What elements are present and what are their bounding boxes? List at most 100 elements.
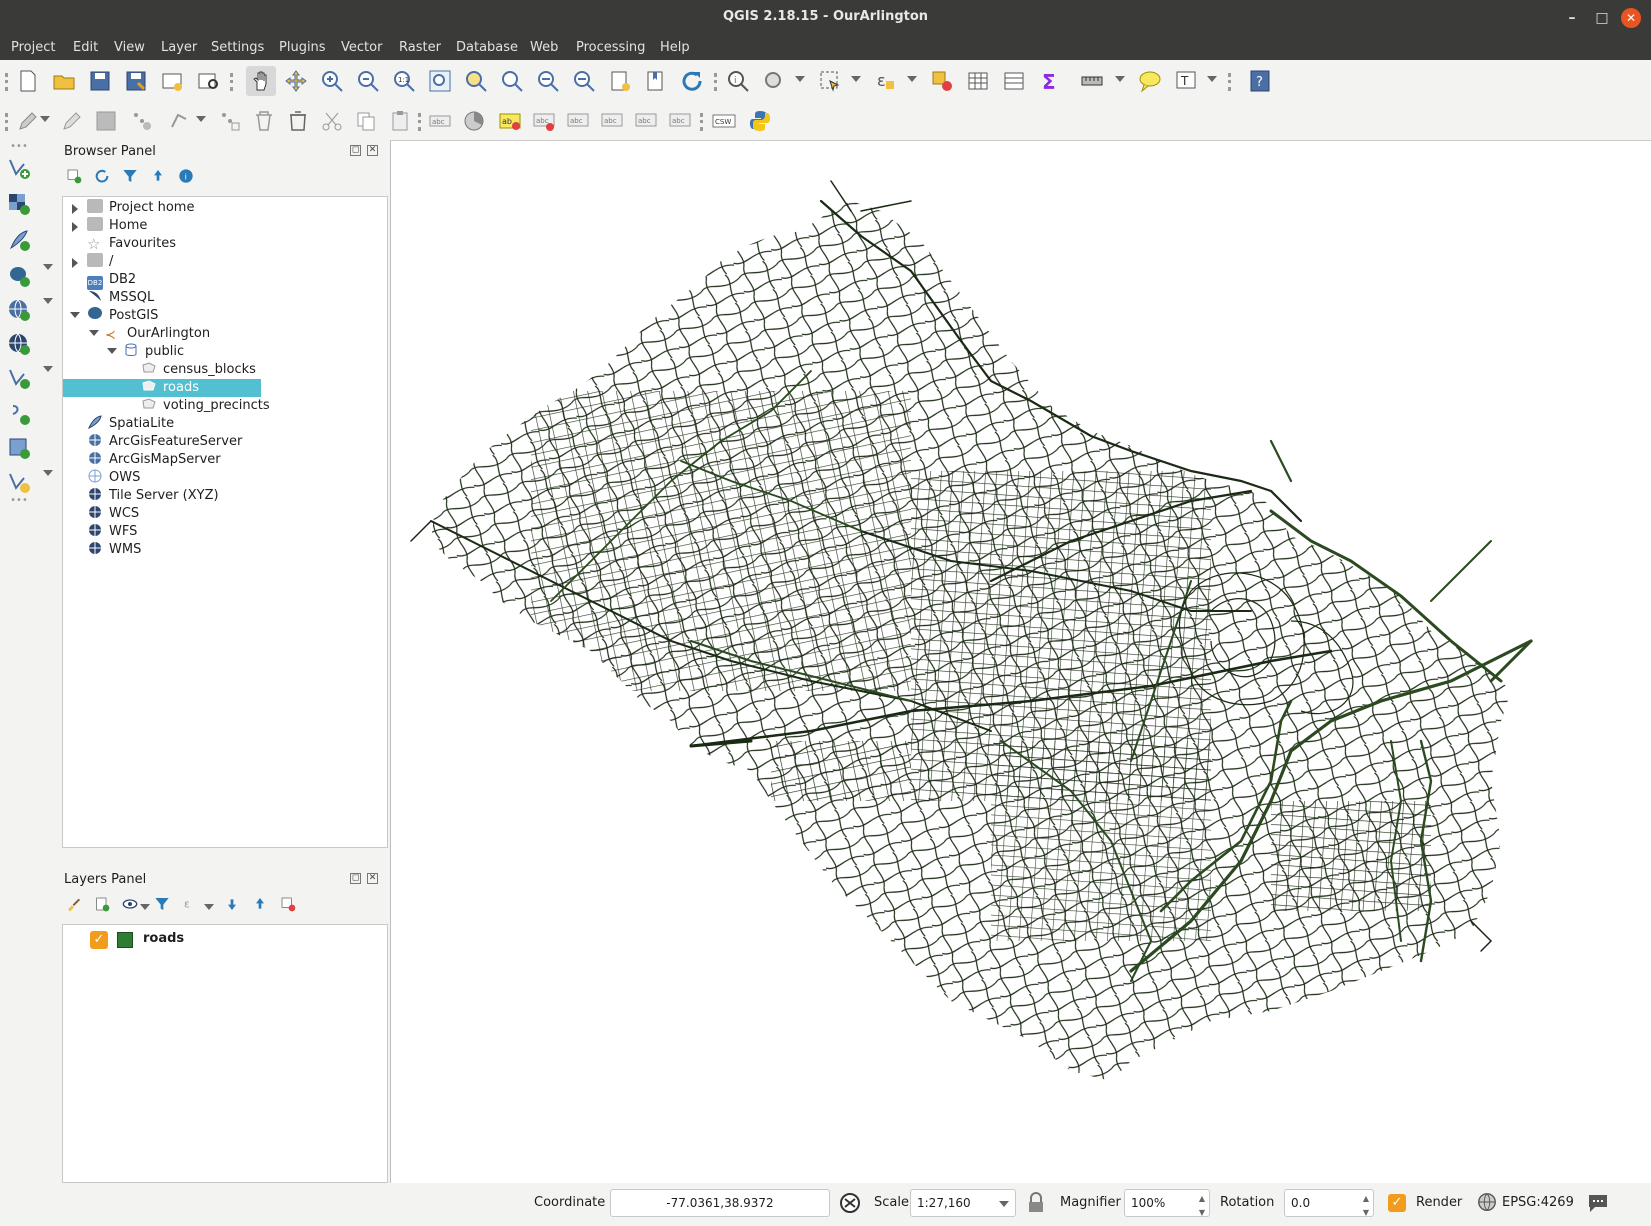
paste-features-icon[interactable]	[388, 109, 412, 133]
close-panel-icon[interactable]: ✕	[367, 145, 378, 156]
browser-item-tile-server[interactable]: Tile Server (XYZ)	[87, 487, 219, 505]
menu-web[interactable]: Web	[530, 40, 558, 55]
layer-name-roads[interactable]: roads	[143, 931, 184, 946]
menu-plugins[interactable]: Plugins	[279, 40, 326, 55]
add-wfs-layer-icon[interactable]	[7, 332, 31, 356]
scale-combobox[interactable]: 1:27,160	[910, 1189, 1016, 1217]
move-feature-icon[interactable]	[168, 109, 192, 133]
node-tool-icon[interactable]	[218, 109, 242, 133]
open-attribute-table-icon[interactable]	[966, 69, 990, 93]
menu-project[interactable]: Project	[11, 40, 55, 55]
crs-globe-icon[interactable]	[1476, 1191, 1498, 1213]
delete-selected-icon[interactable]	[252, 109, 276, 133]
browser-item-wfs[interactable]: WFS	[87, 523, 137, 541]
chevron-down-icon[interactable]	[999, 1201, 1009, 1207]
zoom-native-icon[interactable]: 1:1	[392, 69, 416, 93]
new-shapefile-layer-icon[interactable]	[7, 470, 31, 494]
zoom-out-icon[interactable]	[356, 69, 380, 93]
messages-icon[interactable]	[1586, 1191, 1610, 1215]
magnifier-spinbox[interactable]: 100% ▲ ▼	[1124, 1189, 1210, 1217]
browser-item-ows[interactable]: OWS	[87, 469, 140, 487]
toolbar-grip[interactable]: •••	[7, 495, 31, 506]
chevron-down-icon[interactable]	[43, 264, 53, 270]
properties-info-icon[interactable]: i	[178, 168, 194, 184]
help-contents-icon[interactable]: ?	[1248, 69, 1272, 93]
close-icon[interactable]: ✕	[1621, 8, 1641, 28]
refresh-icon[interactable]	[94, 168, 110, 184]
browser-item-project-home[interactable]: Project home	[87, 199, 194, 217]
chevron-down-icon[interactable]	[43, 366, 53, 372]
add-virtual-layer-icon[interactable]	[7, 366, 31, 390]
show-bookmarks-icon[interactable]	[644, 69, 668, 93]
add-raster-layer-icon[interactable]	[7, 192, 31, 216]
browser-item-favourites[interactable]: ☆ Favourites	[87, 235, 176, 253]
float-panel-icon[interactable]: ◻	[350, 145, 361, 156]
chevron-down-icon[interactable]	[43, 470, 53, 476]
toolbar-grip[interactable]	[714, 73, 717, 91]
remove-layer-icon[interactable]	[280, 896, 296, 912]
measure-line-icon[interactable]	[1080, 69, 1104, 93]
zoom-full-icon[interactable]	[428, 69, 452, 93]
manage-visibility-icon[interactable]	[122, 896, 138, 912]
toggle-editing-icon[interactable]	[60, 109, 84, 133]
composer-manager-icon[interactable]	[196, 69, 220, 93]
new-print-composer-icon[interactable]	[160, 69, 184, 93]
rotate-label-icon[interactable]: abc	[634, 109, 658, 133]
browser-item-mssql[interactable]: MSSQL	[87, 289, 154, 307]
zoom-next-icon[interactable]	[572, 69, 596, 93]
menu-view[interactable]: View	[114, 40, 145, 55]
browser-item-home[interactable]: Home	[87, 217, 147, 235]
expand-arrow-icon[interactable]	[72, 204, 78, 214]
highlight-pinned-labels-icon[interactable]: ab	[498, 109, 522, 133]
expand-arrow-icon[interactable]	[72, 222, 78, 232]
browser-item-voting-precincts[interactable]: voting_precincts	[141, 397, 270, 415]
add-group-icon[interactable]	[94, 896, 110, 912]
python-console-icon[interactable]	[748, 109, 772, 133]
menu-help[interactable]: Help	[660, 40, 690, 55]
add-delimited-text-icon[interactable]	[7, 402, 31, 426]
add-feature-icon[interactable]	[130, 109, 154, 133]
chevron-down-icon[interactable]	[907, 76, 917, 82]
add-wms-layer-icon[interactable]	[7, 298, 31, 322]
chevron-down-icon[interactable]	[795, 76, 805, 82]
browser-item-spatialite[interactable]: SpatiaLite	[87, 415, 174, 433]
select-by-expression-icon[interactable]: ε	[874, 69, 898, 93]
browser-item-arcgisfeatureserver[interactable]: ArcGisFeatureServer	[87, 433, 242, 451]
browser-item-arcgismapserver[interactable]: ArcGisMapServer	[87, 451, 221, 469]
browser-item-wcs[interactable]: WCS	[87, 505, 139, 523]
toggle-extents-mouse-icon[interactable]	[838, 1191, 862, 1215]
collapse-all-icon[interactable]	[150, 168, 166, 184]
browser-item-db2[interactable]: DB2 DB2	[87, 271, 136, 290]
expand-all-icon[interactable]	[224, 896, 240, 912]
browser-item-roads[interactable]: roads	[63, 379, 261, 397]
open-field-calculator-icon[interactable]	[1002, 69, 1026, 93]
toolbar-grip[interactable]	[1228, 73, 1231, 91]
toolbar-grip[interactable]	[700, 113, 703, 131]
cut-features-icon[interactable]	[320, 109, 344, 133]
render-checkbox[interactable]: ✓	[1388, 1194, 1406, 1212]
statistical-summary-icon[interactable]: Σ	[1038, 69, 1062, 93]
lock-scale-icon[interactable]	[1024, 1191, 1048, 1215]
zoom-to-layer-icon[interactable]	[500, 69, 524, 93]
collapse-arrow-icon[interactable]	[70, 312, 80, 318]
toolbar-grip[interactable]: •••	[7, 141, 31, 152]
menu-processing[interactable]: Processing	[576, 40, 645, 55]
filter-browser-icon[interactable]	[122, 168, 138, 184]
copy-features-icon[interactable]	[354, 109, 378, 133]
save-layer-edits-icon[interactable]	[94, 109, 118, 133]
add-vector-layer-icon[interactable]	[7, 156, 31, 180]
chevron-down-icon[interactable]	[1115, 76, 1125, 82]
browser-item-ourarlington[interactable]: ≺ OurArlington	[105, 325, 210, 343]
zoom-to-selection-icon[interactable]	[464, 69, 488, 93]
change-label-icon[interactable]: abc	[668, 109, 692, 133]
coordinate-field[interactable]: -77.0361,38.9372	[610, 1189, 830, 1217]
add-spatialite-layer-icon[interactable]	[7, 228, 31, 252]
pan-to-selection-icon[interactable]	[284, 69, 308, 93]
pin-labels-icon[interactable]: abc	[532, 109, 556, 133]
refresh-icon[interactable]	[680, 69, 704, 93]
expand-arrow-icon[interactable]	[72, 258, 78, 268]
spin-down-icon[interactable]: ▼	[1199, 1200, 1205, 1226]
close-panel-icon[interactable]: ✕	[367, 873, 378, 884]
save-project-icon[interactable]	[88, 69, 112, 93]
toolbar-grip[interactable]	[5, 113, 8, 131]
